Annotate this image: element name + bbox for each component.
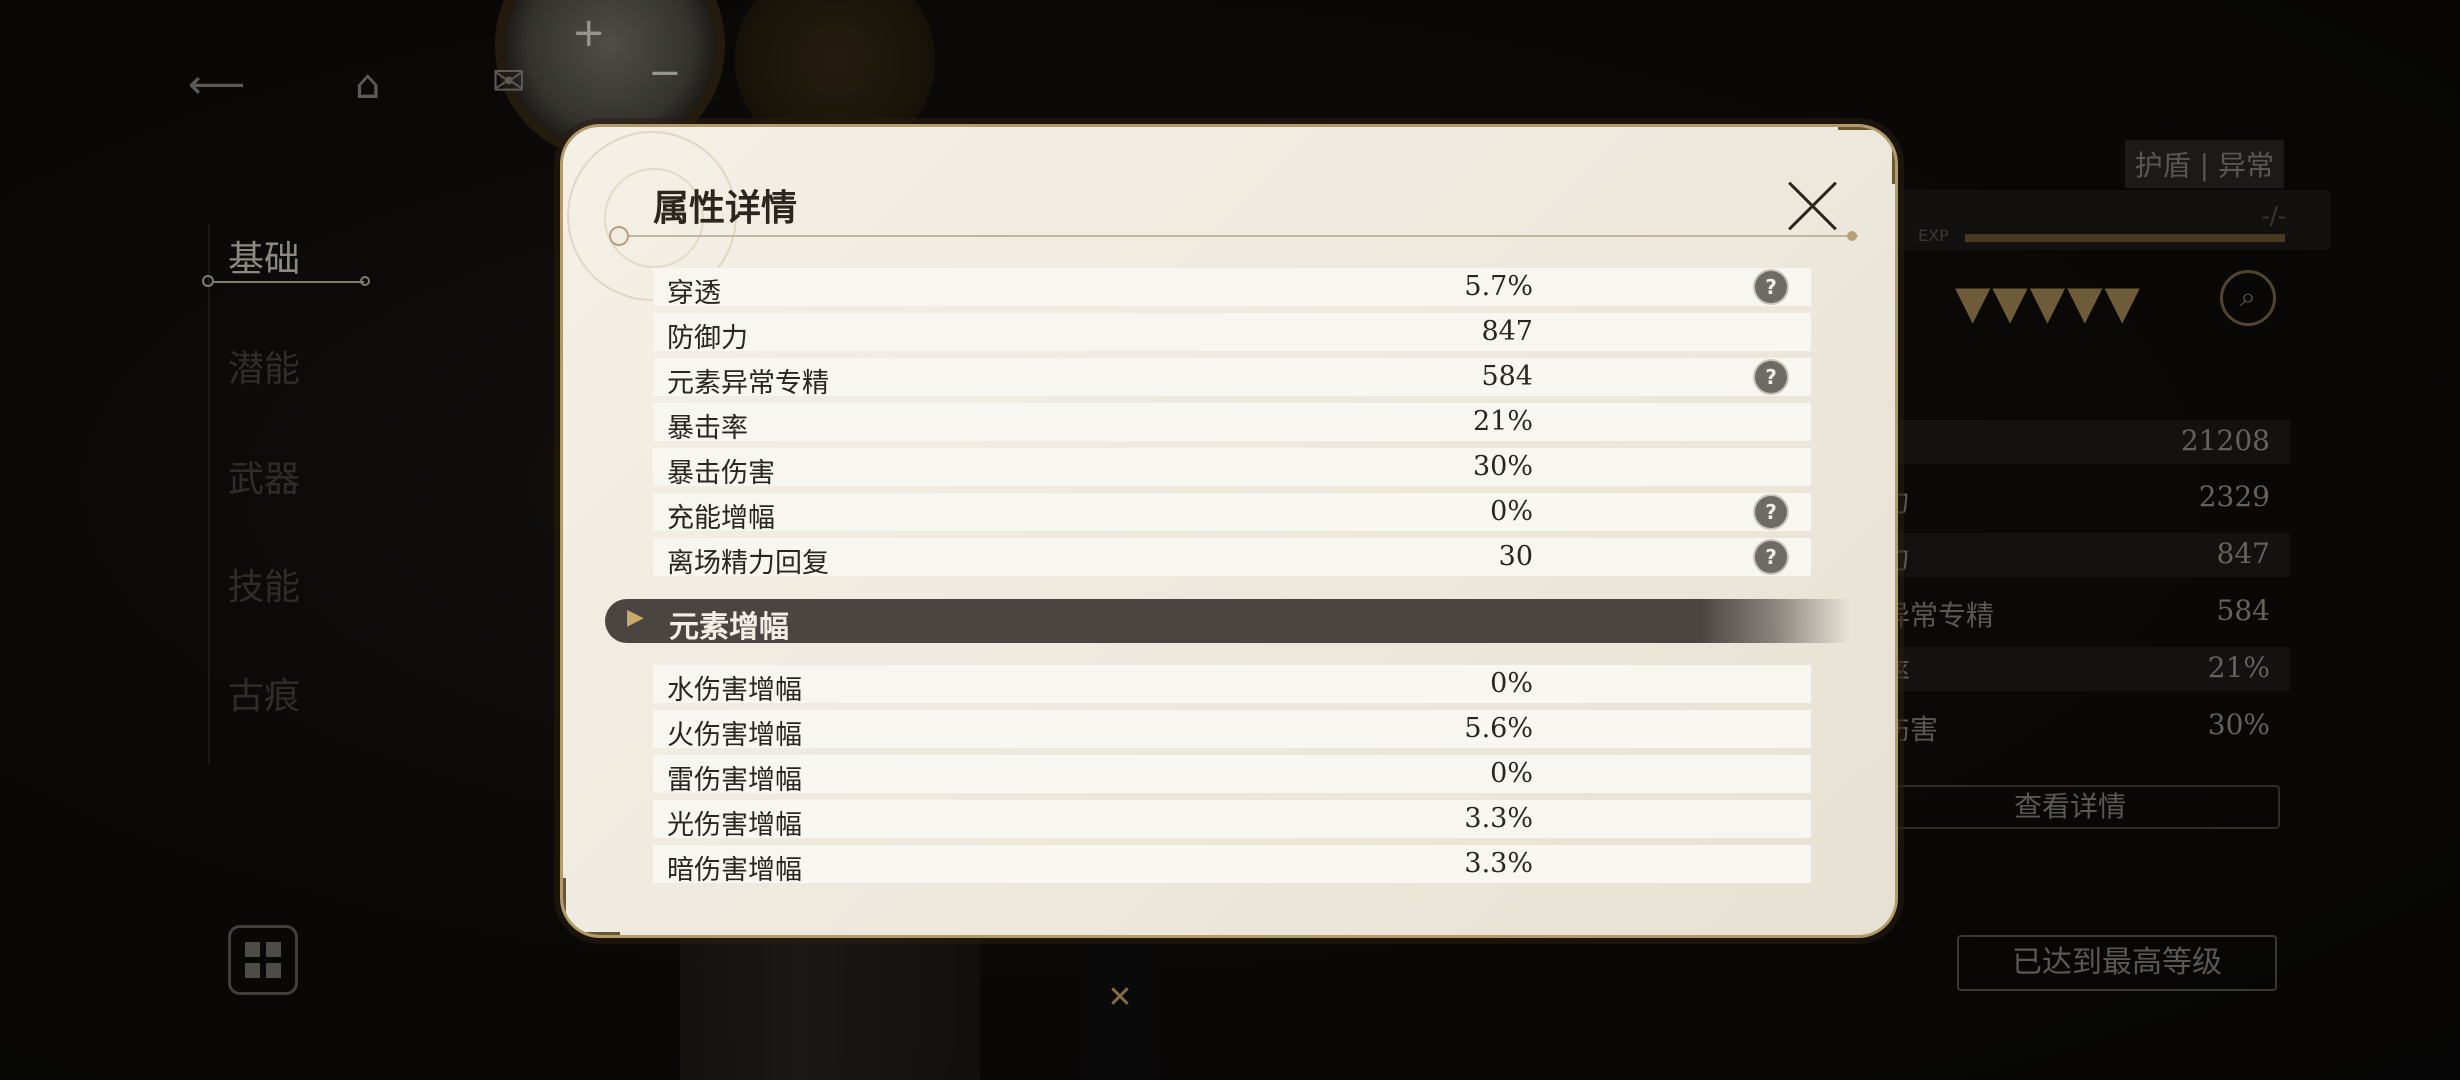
stat-row-defense: 防御力 847 xyxy=(653,313,1811,354)
stat-label: 暗伤害增幅 xyxy=(667,855,802,886)
stat-value: 0% xyxy=(1490,758,1533,789)
stat-row-energy-boost: 充能增幅 0% ? xyxy=(653,493,1811,534)
stat-label: 防御力 xyxy=(667,323,748,354)
stat-row-elemental-mastery: 元素异常专精 584 ? xyxy=(653,358,1811,399)
stat-value: 5.6% xyxy=(1464,713,1533,744)
modal-title: 属性详情 xyxy=(653,187,798,229)
corner-decoration xyxy=(563,878,620,935)
help-icon[interactable]: ? xyxy=(1755,361,1787,393)
help-icon[interactable]: ? xyxy=(1755,271,1787,303)
stat-value: 30 xyxy=(1498,541,1533,572)
stat-label: 暴击伤害 xyxy=(667,458,775,489)
stat-row-crit-rate: 暴击率 21% xyxy=(653,403,1811,444)
stat-label: 火伤害增幅 xyxy=(667,720,802,751)
help-icon[interactable]: ? xyxy=(1755,496,1787,528)
stat-value: 5.7% xyxy=(1464,271,1533,302)
stat-row-water-dmg: 水伤害增幅 0% xyxy=(653,665,1811,706)
stat-value: 584 xyxy=(1481,361,1533,392)
attribute-details-modal: 属性详情 穿透 5.7% ? 防御力 847 元素异常专精 584 ? 暴击率 … xyxy=(560,124,1898,938)
stat-value: 21% xyxy=(1472,406,1533,437)
stat-label: 充能增幅 xyxy=(667,503,775,534)
stat-value: 3.3% xyxy=(1464,848,1533,879)
corner-decoration xyxy=(1838,127,1895,184)
stat-row-light-dmg: 光伤害增幅 3.3% xyxy=(653,800,1811,841)
help-icon[interactable]: ? xyxy=(1755,541,1787,573)
title-divider xyxy=(618,235,1858,237)
stat-label: 暴击率 xyxy=(667,413,748,444)
stat-label: 穿透 xyxy=(667,278,721,309)
stat-row-fire-dmg: 火伤害增幅 5.6% xyxy=(653,710,1811,751)
stat-value: 30% xyxy=(1472,451,1533,482)
stat-label: 元素异常专精 xyxy=(667,368,829,399)
stat-label: 水伤害增幅 xyxy=(667,675,802,706)
stat-value: 3.3% xyxy=(1464,803,1533,834)
stat-label: 雷伤害增幅 xyxy=(667,765,802,796)
stat-row-dark-dmg: 暗伤害增幅 3.3% xyxy=(653,845,1811,886)
stat-row-thunder-dmg: 雷伤害增幅 0% xyxy=(653,755,1811,796)
divider-start-dot xyxy=(609,226,629,246)
stat-row-crit-damage: 暴击伤害 30% xyxy=(653,448,1811,489)
expand-arrow-icon: ▶ xyxy=(627,605,644,630)
close-button[interactable] xyxy=(1783,177,1843,237)
section-header-elemental-boost[interactable]: ▶ 元素增幅 xyxy=(605,599,1850,645)
stat-label: 离场精力回复 xyxy=(667,548,829,579)
section-title: 元素增幅 xyxy=(669,610,789,645)
divider-end-dot xyxy=(1847,231,1857,241)
stat-value: 0% xyxy=(1490,496,1533,527)
stat-row-penetration: 穿透 5.7% ? xyxy=(653,268,1811,309)
stat-value: 0% xyxy=(1490,668,1533,699)
stat-label: 光伤害增幅 xyxy=(667,810,802,841)
stat-row-offfield-recovery: 离场精力回复 30 ? xyxy=(653,538,1811,579)
stat-value: 847 xyxy=(1481,316,1533,347)
